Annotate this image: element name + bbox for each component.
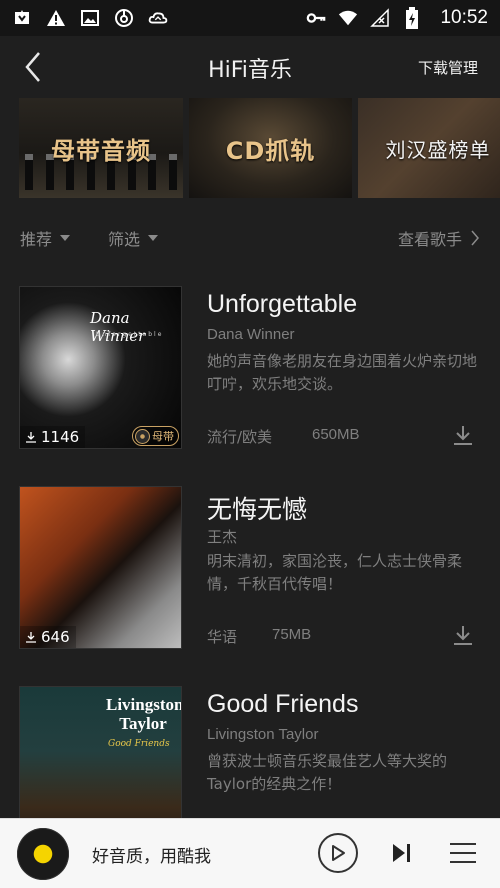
- status-right-icons: 10:52: [306, 7, 488, 29]
- download-button[interactable]: [450, 622, 476, 648]
- status-left-icons: [12, 8, 168, 28]
- album-cover[interactable]: Dana Winner Unforgettable 1146 母带: [19, 286, 182, 449]
- album-title: 无悔无憾: [207, 496, 308, 524]
- key-icon: [306, 8, 326, 28]
- filter-bar: 推荐 筛选 查看歌手: [0, 218, 500, 258]
- album-description: 她的声音像老朋友在身边围着火炉亲切地叮咛，欢乐地交谈。: [207, 352, 478, 393]
- category-banners: 母带音频 CD抓轨 刘汉盛榜单: [0, 98, 500, 198]
- album-cover[interactable]: 646: [19, 486, 182, 649]
- caret-down-icon: [148, 235, 159, 241]
- album-artist: 王杰: [207, 529, 238, 546]
- cover-artwork-subtext: Unforgettable: [96, 331, 164, 338]
- chevron-right-icon: [471, 230, 479, 246]
- album-size: 650MB: [312, 426, 360, 443]
- next-track-button[interactable]: [388, 839, 416, 867]
- no-sim-icon: [370, 8, 390, 28]
- skip-next-icon: [393, 844, 410, 862]
- view-singers-link[interactable]: 查看歌手: [398, 226, 480, 250]
- now-playing-text[interactable]: 好音质，用酷我: [92, 842, 211, 867]
- album-description: 曾获波士顿音乐奖最佳艺人等大奖的Taylor的经典之作！: [207, 752, 448, 793]
- wifi-icon: [338, 8, 358, 28]
- album-size: 75MB: [272, 626, 312, 643]
- download-icon: [454, 426, 472, 445]
- filter-label: 筛选: [108, 230, 141, 249]
- cover-artwork-subtext: Good Friends: [108, 739, 170, 749]
- disc-icon: [135, 428, 150, 444]
- play-count: 646: [20, 626, 76, 648]
- banner-label: 刘汉盛榜单: [385, 137, 491, 162]
- download-button[interactable]: [450, 422, 476, 448]
- caret-down-icon: [60, 235, 71, 241]
- clock: 10:52: [440, 7, 488, 28]
- menu-line: [450, 861, 476, 863]
- netease-icon: [114, 8, 134, 28]
- master-badge: 母带: [132, 426, 179, 446]
- status-bar: 10:52: [0, 0, 500, 36]
- album-genre: 流行/欧美: [207, 428, 273, 446]
- chevron-left-icon: [25, 52, 40, 82]
- badge-label: 母带: [152, 430, 174, 443]
- filter-label: 推荐: [20, 230, 53, 249]
- play-icon: [332, 845, 345, 861]
- play-button[interactable]: [318, 833, 358, 873]
- play-count-value: 646: [41, 628, 70, 646]
- warning-icon: [46, 8, 66, 28]
- album-item[interactable]: Dana Winner Unforgettable 1146 母带 Unforg…: [0, 284, 500, 454]
- playlist-menu-button[interactable]: [450, 840, 476, 866]
- play-count-value: 1146: [41, 428, 80, 446]
- back-button[interactable]: [16, 50, 50, 84]
- image-icon: [80, 8, 100, 28]
- banner-cd-rip[interactable]: CD抓轨: [189, 98, 352, 198]
- play-count: 1146: [20, 426, 86, 448]
- banner-master-audio[interactable]: 母带音频: [19, 98, 183, 198]
- banner-label: CD抓轨: [225, 136, 316, 165]
- album-genre: 华语: [207, 628, 238, 646]
- album-artist: Dana Winner: [207, 326, 295, 343]
- cloud-sync-icon: [148, 8, 168, 28]
- filter-sort-dropdown[interactable]: 筛选: [108, 226, 159, 250]
- album-artist: Livingston Taylor: [207, 726, 319, 743]
- album-title: Good Friends: [207, 690, 359, 718]
- menu-line: [450, 852, 476, 854]
- filter-recommend-dropdown[interactable]: 推荐: [20, 226, 71, 250]
- download-small-icon: [26, 432, 36, 443]
- vinyl-icon[interactable]: [17, 828, 69, 880]
- album-item[interactable]: 646 无悔无憾 王杰 明末清初，家国沦丧，仁人志士侠骨柔情，千秋百代传唱！ 华…: [0, 484, 500, 654]
- app-header: HiFi音乐 下载管理: [0, 36, 500, 98]
- download-icon: [454, 626, 472, 645]
- album-title: Unforgettable: [207, 290, 358, 318]
- download-small-icon: [26, 632, 36, 643]
- download-manager-button[interactable]: 下载管理: [418, 57, 478, 78]
- filter-label: 查看歌手: [397, 230, 462, 249]
- banner-label: 母带音频: [51, 136, 151, 165]
- mini-player: 好音质，用酷我: [0, 818, 500, 888]
- menu-line: [450, 843, 476, 845]
- banner-ranking[interactable]: 刘汉盛榜单: [358, 98, 500, 198]
- cover-artwork-text: Dana Winner: [90, 309, 146, 345]
- battery-charging-icon: [402, 7, 422, 29]
- app-icon: [12, 8, 32, 28]
- cover-artwork-text: Livingston Taylor: [106, 695, 182, 733]
- album-description: 明末清初，家国沦丧，仁人志士侠骨柔情，千秋百代传唱！: [207, 552, 463, 593]
